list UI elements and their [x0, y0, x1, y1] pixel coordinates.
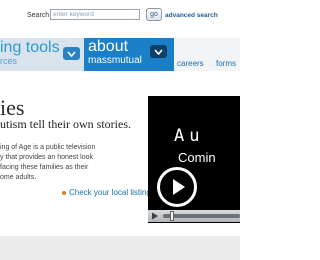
nav-link-careers[interactable]: careers — [177, 59, 204, 69]
hero-body-line: ing of Age is a public television — [0, 144, 96, 151]
tab-tools-sublabel: rces — [0, 56, 18, 66]
search-label: Search — [27, 12, 50, 19]
chevron-down-icon[interactable] — [150, 45, 167, 58]
search-input[interactable] — [50, 9, 140, 20]
advanced-search-link[interactable]: advanced search — [165, 11, 218, 20]
play-icon[interactable] — [157, 167, 197, 207]
hero-body-line: facing these families as their — [0, 164, 89, 171]
video-title: Au — [174, 126, 205, 146]
footer-band — [0, 236, 240, 260]
hero-body-line: y that provides an honest look — [0, 154, 94, 161]
tab-about-sublabel: massmutual — [88, 55, 142, 66]
video-subtitle: Comin — [178, 150, 216, 165]
chevron-down-icon[interactable] — [63, 47, 80, 60]
small-play-icon[interactable] — [151, 212, 159, 220]
tab-about-label: about — [88, 38, 129, 55]
tab-tools-label: ing tools — [0, 39, 60, 56]
go-button[interactable]: go — [146, 8, 162, 21]
video-progress-knob[interactable] — [170, 211, 174, 221]
hero-body-line: ome adults. — [0, 174, 37, 181]
local-listings-label: Check your local listings — [69, 188, 155, 197]
hero-body: ing of Age is a public television y that… — [0, 143, 140, 183]
nav-link-forms[interactable]: forms — [216, 59, 236, 69]
bullet-icon — [62, 191, 66, 195]
hero-subtitle: utism tell their own stories. — [0, 117, 131, 131]
video-progress-track[interactable] — [163, 214, 240, 218]
local-listings-link[interactable]: Check your local listings — [62, 188, 155, 198]
